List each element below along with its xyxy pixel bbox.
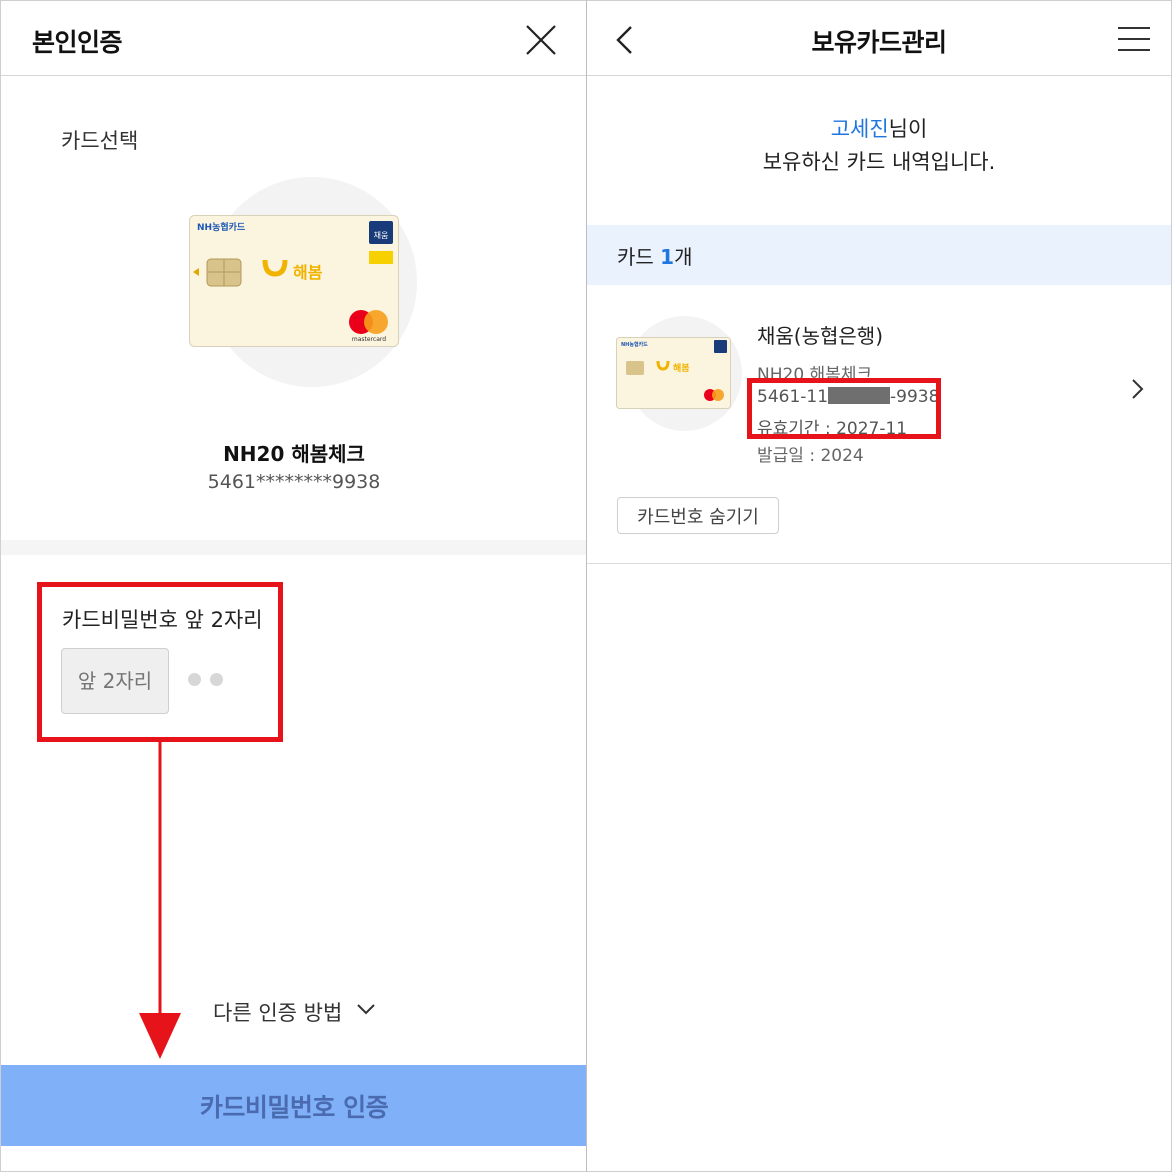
svg-text:해봄: 해봄 [293,263,323,282]
section-divider [1,540,586,555]
card-image[interactable]: NH농협카드 채움 해봄 mastercard [189,215,399,347]
card-issue-date: 발급일 : 2024 [757,446,864,466]
svg-text:해봄: 해봄 [673,362,690,374]
row-divider [587,563,1171,564]
chevron-down-icon[interactable] [356,1002,376,1016]
greeting-line-2: 보유하신 카드 내역입니다. [762,150,996,174]
svg-text:mastercard: mastercard [352,336,386,343]
count-number: 1 [660,245,675,269]
highlight-box [37,582,283,742]
user-name: 고세진 [830,117,889,141]
card-name: NH20 해봄체크 [223,442,365,466]
chevron-right-icon[interactable] [1130,378,1144,400]
hide-card-number-button[interactable]: 카드번호 숨기기 [617,497,779,534]
highlight-box [747,378,941,439]
card-password-verify-button[interactable]: 카드비밀번호 인증 [1,1065,586,1146]
card-number: 5461********9938 [207,471,381,493]
left-header: 본인인증 [1,1,586,76]
card-issuer-title: 채움(농협은행) [757,324,884,348]
greeting-suffix: 님이 [888,117,928,141]
card-count-bar: 카드 1개 [587,225,1171,285]
arrow-down-annotation [139,741,181,1059]
count-unit: 개 [674,245,693,269]
other-auth-link[interactable]: 다른 인증 방법 [213,997,342,1027]
identity-verification-panel: 본인인증 카드선택 NH농협카드 채움 해봄 mastercard NH20 해… [0,0,586,1172]
svg-text:채움: 채움 [374,230,389,240]
page-title: 보유카드관리 [811,28,947,57]
right-header: 보유카드관리 [587,1,1171,76]
owned-cards-panel: 보유카드관리 고세진님이 보유하신 카드 내역입니다. 카드 1개 NH농협카드… [586,0,1172,1172]
card-select-label: 카드선택 [61,129,139,153]
page-title: 본인인증 [32,28,123,57]
close-icon[interactable] [525,24,557,56]
svg-text:NH농협카드: NH농협카드 [197,221,246,233]
card-thumbnail[interactable]: NH농협카드 해봄 [616,337,731,409]
menu-icon[interactable] [1118,26,1150,52]
svg-text:NH농협카드: NH농협카드 [621,341,648,348]
card-count: 카드 1개 [617,241,693,270]
greeting-line-1: 고세진님이 [587,113,1171,143]
count-label: 카드 [617,245,654,269]
